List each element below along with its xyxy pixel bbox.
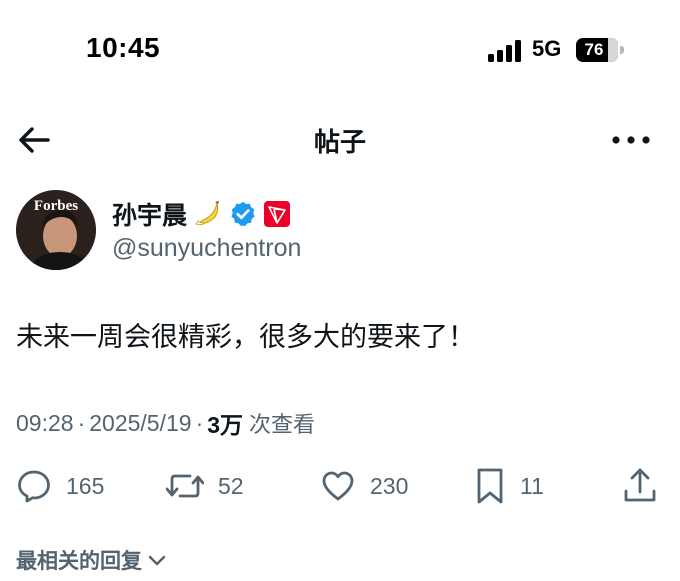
bookmark-icon (477, 468, 503, 504)
top-navigation-bar: 帖子 (0, 110, 680, 170)
cellular-signal-icon (488, 40, 521, 62)
post-date[interactable]: 2025/5/19 (89, 410, 191, 437)
reply-button[interactable]: 165 (16, 463, 104, 509)
avatar-image: Forbes (16, 190, 96, 270)
post-time[interactable]: 09:28 (16, 410, 74, 437)
repost-icon (166, 474, 204, 498)
post-meta: 09:28 · 2025/5/19 · 3万 次查看 (16, 405, 315, 441)
status-time: 10:45 (86, 32, 161, 63)
avatar[interactable]: Forbes (16, 190, 96, 270)
page-title: 帖子 (313, 128, 366, 158)
heart-icon (322, 471, 354, 501)
meta-separator: · (77, 409, 86, 436)
like-count: 230 (370, 472, 409, 499)
reply-icon (18, 470, 50, 503)
more-options-button[interactable] (608, 122, 654, 158)
chevron-down-icon (148, 555, 166, 566)
status-bar: 10:45 5G 76 (0, 0, 680, 100)
like-button[interactable]: 230 (320, 463, 408, 509)
share-button[interactable] (622, 463, 658, 509)
views-count[interactable]: 3万 (207, 406, 243, 440)
meta-separator: · (195, 409, 204, 436)
banana-emoji-icon (195, 201, 220, 226)
share-icon (624, 468, 656, 502)
replies-sort-dropdown[interactable]: 最相关的回复 (16, 543, 168, 577)
author-handle[interactable]: @sunyuchentron (112, 234, 301, 263)
verified-icon (231, 201, 255, 227)
battery-cap (620, 46, 624, 54)
bookmark-button[interactable]: 11 (474, 463, 544, 509)
network-type: 5G (532, 36, 562, 61)
tron-badge-icon (264, 201, 291, 227)
post-text: 未来一周会很精彩，很多大的要来了！ (16, 322, 475, 353)
author-name-row: 孙宇晨 (112, 196, 291, 232)
bookmark-count: 11 (520, 472, 544, 499)
more-horizontal-icon (612, 136, 650, 144)
replies-sort-label: 最相关的回复 (16, 549, 142, 573)
reply-count: 165 (66, 472, 105, 499)
author-display-name[interactable]: 孙宇晨 (112, 196, 187, 232)
avatar-forbes-text: Forbes (34, 198, 78, 214)
repost-button[interactable]: 52 (166, 463, 244, 509)
views-label: 次查看 (249, 413, 316, 438)
battery-body: 76 (576, 38, 618, 62)
battery-icon: 76 (576, 38, 624, 62)
repost-count: 52 (218, 472, 244, 499)
post-actions-bar: 165 52 230 11 (0, 463, 680, 509)
battery-level: 76 (584, 40, 604, 59)
